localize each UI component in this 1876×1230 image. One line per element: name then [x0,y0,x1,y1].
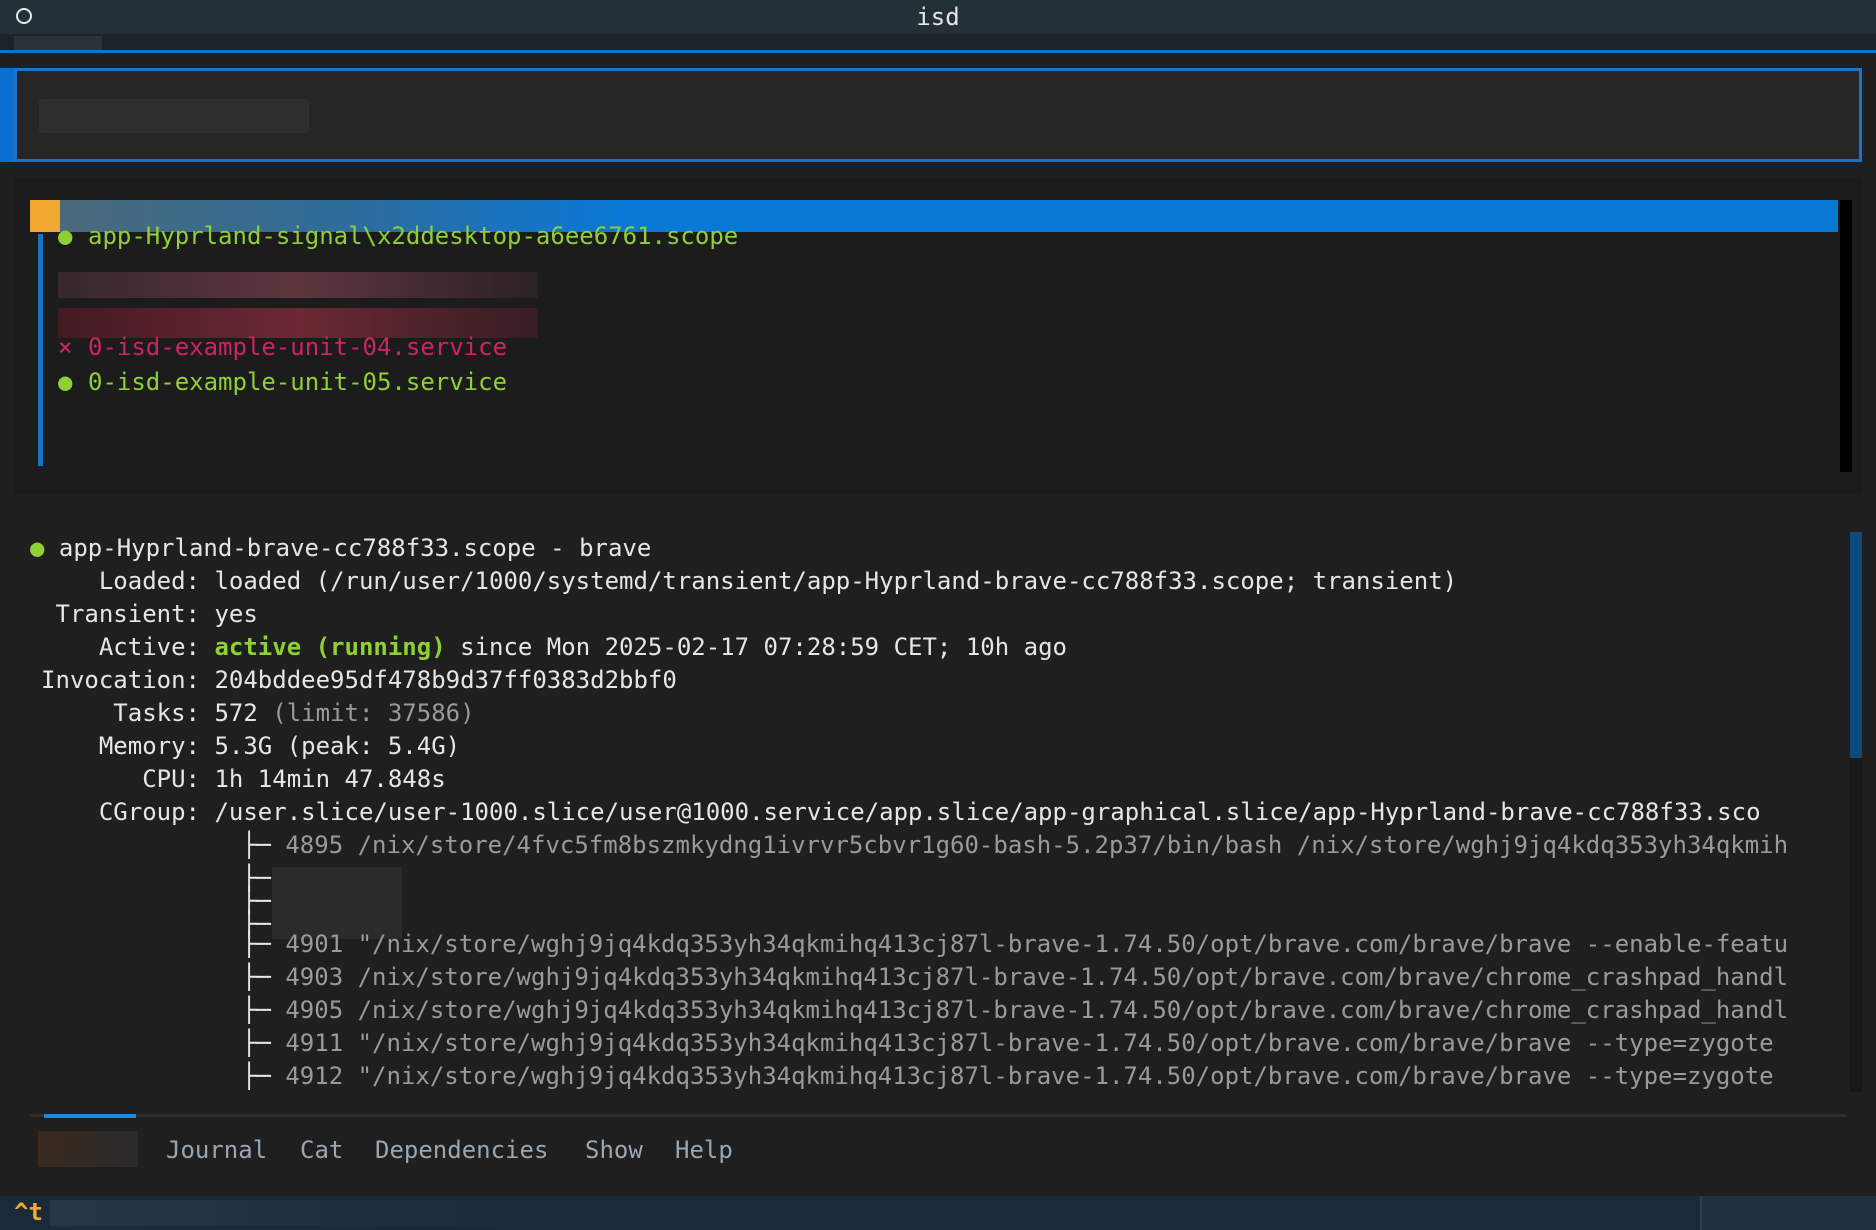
process-row: ├─ 4901 "/nix/store/wghj9jq4kdq353yh34qk… [242,930,1789,958]
unit-name: app-Hyprland-signal\x2ddesktop-a6ee6761.… [88,222,739,250]
details-tasks: Tasks: 572 (limit: 37586) [113,699,475,727]
window-title: isd [916,3,960,31]
details-active: Active: active (running) since Mon 2025-… [98,633,1067,661]
unit-name: 0-isd-example-unit-04.service [88,333,508,361]
active-tab-indicator [44,1114,136,1118]
top-tab-active[interactable] [14,36,102,50]
details-header: ● app-Hyprland-brave-cc788f33.scope - br… [30,532,1846,565]
search-input[interactable] [41,97,1835,135]
tab-show[interactable]: Show [585,1133,643,1167]
keybinding-hint: ^t [14,1198,43,1226]
process-row: ├─ 4911 "/nix/store/wghj9jq4kdq353yh34qk… [242,1029,1774,1057]
process-row: ├─ 4905 /nix/store/wghj9jq4kdq353yh34qkm… [242,996,1789,1024]
status-blurred-text [50,1200,550,1226]
process-row: ├─ 4903 /nix/store/wghj9jq4kdq353yh34qkm… [242,963,1789,991]
tab-dependencies[interactable]: Dependencies [375,1133,548,1167]
details-tab-bar: Journal Cat Dependencies Show Help [30,1114,1846,1183]
details-invocation: Invocation: 204bddee95df478b9d37ff0383d2… [41,666,677,694]
active-dot-icon: ● [30,534,45,562]
unit-details-panel: ● app-Hyprland-brave-cc788f33.scope - br… [14,510,1862,1110]
tab-active-blurred[interactable] [38,1131,138,1167]
details-scrollbar-thumb[interactable] [1850,532,1862,758]
tab-journal[interactable]: Journal [166,1133,267,1167]
unit-name: 0-isd-example-unit-05.service [88,368,508,396]
details-transient: Transient: yes [55,600,258,628]
details-cgroup: CGroup: /user.slice/user-1000.slice/user… [98,798,1761,826]
window-titlebar: isd [0,0,1876,35]
tab-cat[interactable]: Cat [300,1133,343,1167]
top-tab-strip [0,34,1876,53]
units-list-focus-bar [38,234,43,466]
unit-item[interactable]: × 0-isd-example-unit-04.service [58,331,507,363]
active-dot-icon: ● [58,368,73,396]
details-loaded: Loaded: loaded (/run/user/1000/systemd/t… [98,567,1458,595]
units-list-panel: ● app-Hyprland-signal\x2ddesktop-a6ee6761… [14,178,1862,494]
tab-help[interactable]: Help [675,1133,733,1167]
search-box [14,68,1862,162]
unit-item[interactable]: ● app-Hyprland-signal\x2ddesktop-a6ee6761… [58,220,738,252]
failed-x-icon: × [58,333,73,361]
search-focus-indicator [0,68,14,162]
selected-row-marker [30,200,60,232]
process-row: ├─ 4895 /nix/store/4fvc5fm8bszmkydng1ivr… [242,831,1789,859]
active-state: active (running) [214,633,446,661]
details-cpu: CPU: 1h 14min 47.848s [142,765,446,793]
unit-item-blurred[interactable] [58,272,538,298]
details-memory: Memory: 5.3G (peak: 5.4G) [98,732,461,760]
status-right-segment [1700,1196,1876,1230]
details-title: app-Hyprland-brave-cc788f33.scope - brav… [58,534,652,562]
units-list-scrollbar[interactable] [1840,200,1852,472]
active-dot-icon: ● [58,222,73,250]
unit-item[interactable]: ● 0-isd-example-unit-05.service [58,366,507,398]
status-bar: ^t [0,1196,1876,1230]
process-row: ├─ 4912 "/nix/store/wghj9jq4kdq353yh34qk… [242,1062,1774,1090]
